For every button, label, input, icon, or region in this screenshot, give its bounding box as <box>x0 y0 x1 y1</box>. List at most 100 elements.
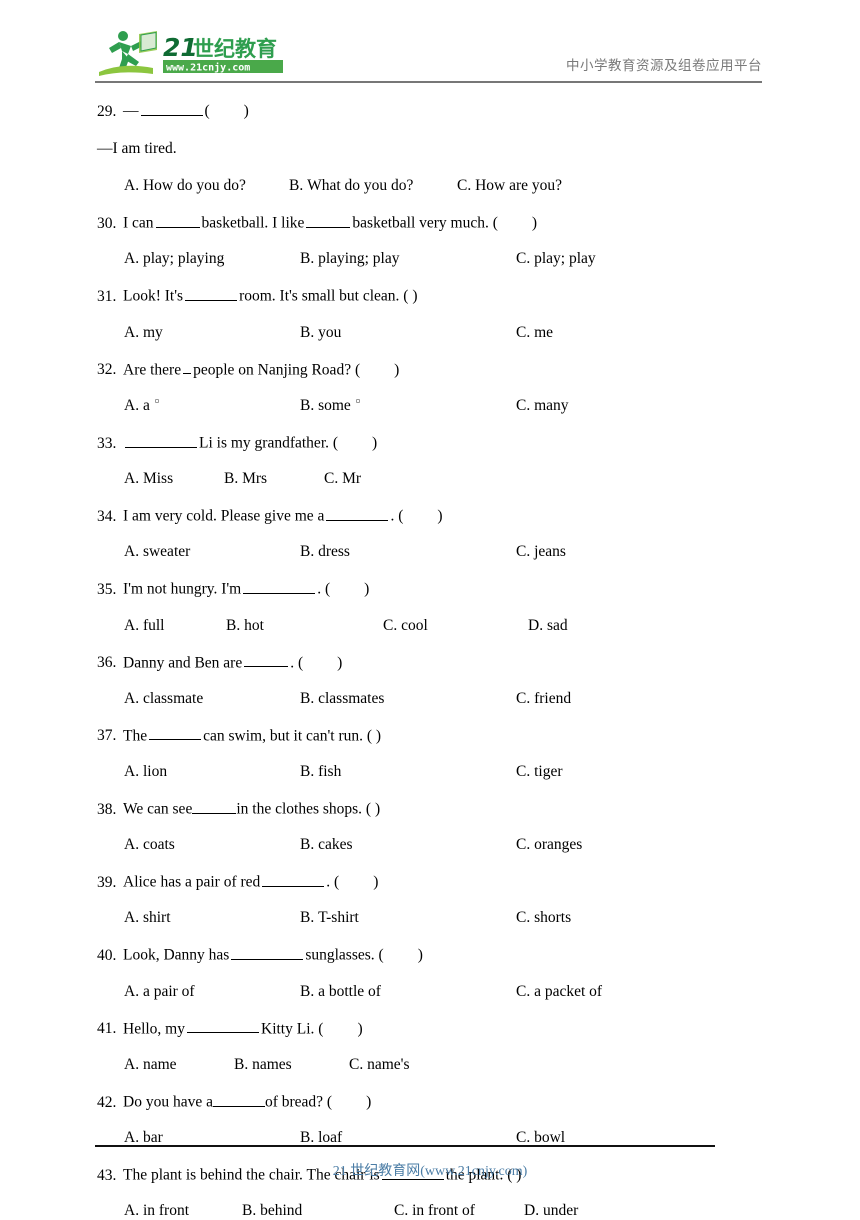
option-text: a bottle of <box>318 982 381 1000</box>
scan-artifact-mark <box>154 399 159 404</box>
option-b[interactable]: B. playing; play <box>300 250 516 268</box>
stem-text: Kitty Li. ( <box>261 1020 324 1038</box>
option-c[interactable]: C. play; play <box>516 250 596 268</box>
option-d[interactable]: D. sad <box>528 617 568 635</box>
stem-text: The <box>123 727 148 745</box>
option-row: A. Miss B. Mrs C. Mr <box>0 470 860 488</box>
option-a[interactable]: A. How do you do? <box>124 177 289 195</box>
option-label: B. <box>226 616 241 634</box>
question-stem: 36. Danny and Ben are . () <box>0 652 860 671</box>
option-c[interactable]: C. How are you? <box>457 177 562 195</box>
option-label: A. <box>124 689 140 707</box>
option-text: What do you do? <box>307 177 414 195</box>
option-label: A. <box>124 470 140 488</box>
option-a[interactable]: A. sweater <box>124 543 300 561</box>
question-number: 39. <box>97 873 117 891</box>
option-text: under <box>542 1202 579 1220</box>
question-number: 30. <box>97 214 117 232</box>
question-number: 37. <box>97 727 117 745</box>
option-a[interactable]: A. name <box>124 1056 234 1074</box>
option-c[interactable]: C. me <box>516 324 553 342</box>
option-label: B. <box>300 543 315 561</box>
option-text: bowl <box>534 1129 566 1147</box>
question-block: 33. Li is my grandfather. () A. Miss B. Mr… <box>0 432 860 488</box>
option-text: names <box>252 1055 292 1073</box>
question-block: 38. We can see in the clothes shops. ( ) A… <box>0 798 860 854</box>
option-text: play; playing <box>142 250 225 268</box>
option-b[interactable]: B. T-shirt <box>300 909 516 927</box>
question-number: 31. <box>97 288 117 306</box>
option-c[interactable]: C. friend <box>516 690 571 708</box>
option-a[interactable]: A. coats <box>124 836 300 854</box>
question-extra-line: —I am tired. <box>97 140 177 158</box>
stem-text: Li is my grandfather. ( <box>199 434 339 452</box>
question-stem: 29. — () <box>0 100 860 119</box>
option-label: B. <box>300 689 315 707</box>
stem-text: can swim, but it can't run. ( ) <box>203 727 382 745</box>
question-stem: 33. Li is my grandfather. () <box>0 432 860 451</box>
option-text: full <box>142 616 165 634</box>
option-c[interactable]: C. oranges <box>516 836 582 854</box>
question-number: 36. <box>97 654 117 672</box>
option-a[interactable]: A. play; playing <box>124 250 300 268</box>
option-b[interactable]: B. a bottle of <box>300 983 516 1001</box>
option-label: B. <box>224 470 239 488</box>
stem-text: Do you have a <box>123 1093 213 1111</box>
option-b[interactable]: B. dress <box>300 543 516 561</box>
option-text: a pair of <box>142 982 195 1000</box>
option-a[interactable]: A. my <box>124 324 300 342</box>
option-a[interactable]: A. lion <box>124 763 300 781</box>
question-stem: 35. I'm not hungry. I'm . () <box>0 578 860 599</box>
option-label: B. <box>300 323 315 341</box>
option-label: A. <box>124 396 140 414</box>
option-a[interactable]: A. a <box>124 397 300 415</box>
option-c[interactable]: C. many <box>516 397 569 415</box>
question-number: 34. <box>97 507 117 525</box>
option-a[interactable]: A. full <box>124 617 226 635</box>
option-b[interactable]: B. fish <box>300 763 516 781</box>
option-b[interactable]: B. behind <box>242 1202 394 1220</box>
option-text: playing; play <box>318 250 400 268</box>
stem-paren-close: ) <box>357 1020 363 1038</box>
option-text: sweater <box>142 543 191 561</box>
option-text: many <box>534 396 569 414</box>
stem-text: Hello, my <box>123 1020 185 1038</box>
option-a[interactable]: A. in front <box>124 1202 242 1220</box>
stem-text: I'm not hungry. I'm <box>123 581 242 599</box>
option-c[interactable]: C. Mr <box>324 470 361 488</box>
question-block: 35. I'm not hungry. I'm. () A. full B. hot… <box>0 578 860 634</box>
footer-watermark: 21 世纪教育网(www.21cnjy.com) <box>332 1164 528 1179</box>
option-a[interactable]: A. Miss <box>124 470 224 488</box>
option-a[interactable]: A. a pair of <box>124 983 300 1001</box>
option-c[interactable]: C. name's <box>349 1056 409 1074</box>
option-c[interactable]: C. shorts <box>516 909 571 927</box>
option-b[interactable]: B. Mrs <box>224 470 324 488</box>
option-c[interactable]: C. in front of <box>394 1202 524 1220</box>
stem-paren-close: ) <box>337 654 343 672</box>
option-b[interactable]: B. hot <box>226 617 383 635</box>
option-label: B. <box>300 396 315 414</box>
stem-text: I am very cold. Please give me a <box>123 507 325 525</box>
option-a[interactable]: A. classmate <box>124 690 300 708</box>
answer-blank <box>326 505 389 521</box>
option-c[interactable]: C. jeans <box>516 543 566 561</box>
option-b[interactable]: B. What do you do? <box>289 177 457 195</box>
option-d[interactable]: D. under <box>524 1202 578 1220</box>
option-text: lion <box>142 762 168 780</box>
option-b[interactable]: B. names <box>234 1056 349 1074</box>
option-b[interactable]: B. classmates <box>300 690 516 708</box>
option-label: C. <box>516 909 531 927</box>
option-text: How are you? <box>475 177 563 195</box>
option-b[interactable]: B. cakes <box>300 836 516 854</box>
option-a[interactable]: A. shirt <box>124 909 300 927</box>
question-number: 35. <box>97 581 117 599</box>
option-c[interactable]: C. a packet of <box>516 983 602 1001</box>
option-b[interactable]: B. you <box>300 324 516 342</box>
option-c[interactable]: C. tiger <box>516 763 563 781</box>
option-text: jeans <box>534 543 566 561</box>
option-b[interactable]: B. some <box>300 397 516 415</box>
option-c[interactable]: C. cool <box>383 617 528 635</box>
answer-blank <box>243 578 316 595</box>
stem-text: . ( <box>317 581 331 599</box>
option-row: A. coats B. cakes C. oranges <box>0 836 860 854</box>
